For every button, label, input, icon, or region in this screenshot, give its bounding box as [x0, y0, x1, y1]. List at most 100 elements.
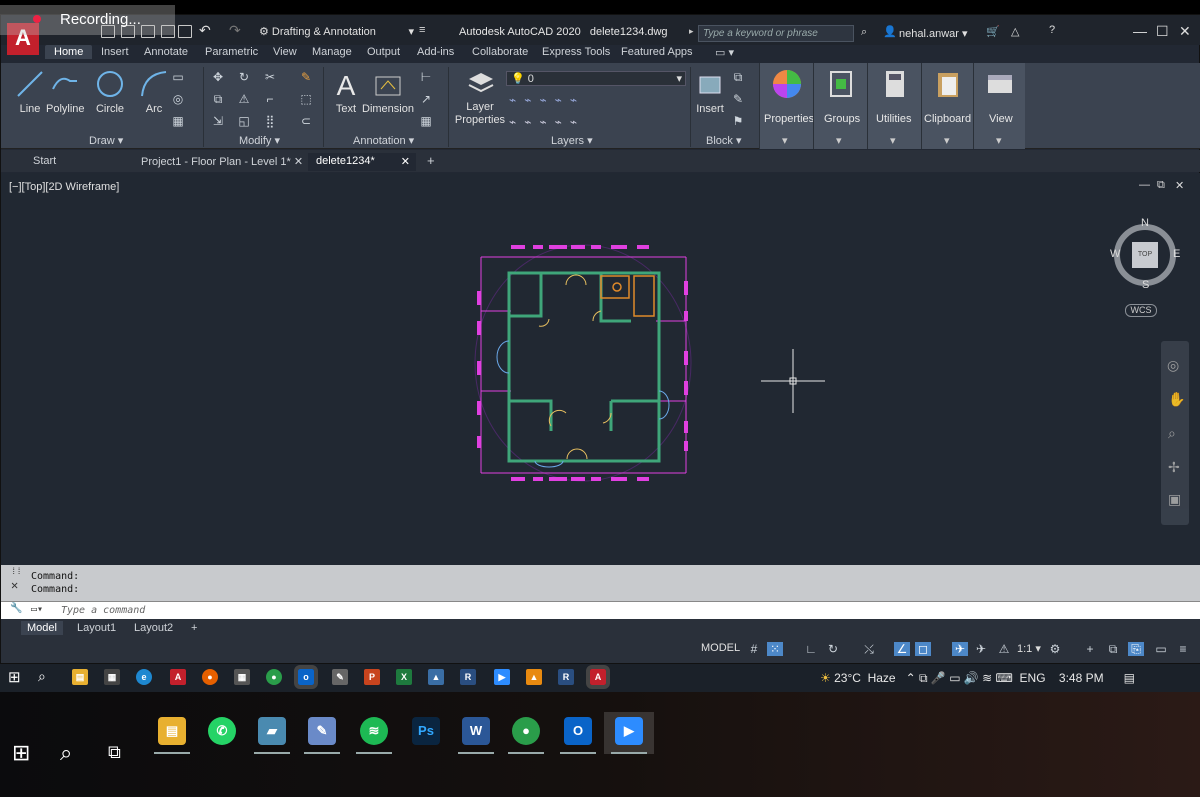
help-icon[interactable]: ?	[1049, 24, 1055, 36]
table-icon[interactable]: ▦	[419, 115, 433, 127]
layer-properties-tool[interactable]: Layer Properties	[454, 69, 506, 127]
undo-icon[interactable]: ↶	[199, 22, 211, 39]
zoom-app-icon[interactable]: ▶	[494, 669, 510, 685]
word-icon[interactable]: W	[462, 717, 490, 745]
scale-icon[interactable]: ◱	[237, 115, 251, 127]
zoom-app-icon[interactable]: ▶	[615, 717, 643, 745]
outlook-icon[interactable]: o	[294, 665, 318, 689]
quick-access-menu-icon[interactable]: ≡	[419, 24, 425, 36]
search-icon[interactable]: ⌕	[38, 668, 46, 685]
rectangle-icon[interactable]: ▭	[171, 71, 185, 83]
wrench-icon[interactable]: 🔧	[10, 603, 22, 614]
language-indicator[interactable]: ENG	[1020, 671, 1046, 685]
text-tool[interactable]: A Text	[331, 69, 361, 115]
outlook-icon[interactable]: O	[564, 717, 592, 745]
attribute-icon[interactable]: ⚑	[731, 115, 745, 127]
ortho-icon[interactable]: ∟	[803, 642, 819, 656]
wcs-menu[interactable]: WCS	[1125, 304, 1157, 317]
modify-panel-label[interactable]: Modify ▾	[239, 134, 280, 147]
ribbon-toggle-icon[interactable]: ▭ ▾	[715, 46, 734, 59]
model-space-button[interactable]: MODEL	[701, 642, 740, 654]
annotation-monitor-icon[interactable]: +	[1082, 642, 1098, 656]
viewcube-top-face[interactable]: TOP	[1132, 242, 1158, 268]
close-icon[interactable]: ✕	[1179, 23, 1191, 40]
properties-panel[interactable]: Properties ▾	[759, 63, 814, 149]
weather-condition[interactable]: Haze	[868, 671, 896, 685]
doc-tab-project1[interactable]: Project1 - Floor Plan - Level 1* ✕	[133, 153, 311, 171]
customization-icon[interactable]: ≡	[1175, 642, 1191, 656]
compass-south[interactable]: S	[1142, 279, 1149, 291]
layers-panel-label[interactable]: Layers ▾	[551, 134, 593, 147]
layer-tools-row-2[interactable]: ⌁⌁⌁⌁⌁	[509, 115, 585, 129]
cart-icon[interactable]: 🛒	[986, 25, 1000, 38]
gradient-icon[interactable]: ▦	[171, 115, 185, 127]
workspace-selector[interactable]: ⚙ Drafting & Annotation ▾	[259, 25, 414, 41]
offset-icon[interactable]: ⊂	[299, 115, 313, 127]
tab-layout2[interactable]: Layout2	[128, 621, 179, 635]
binoculars-icon[interactable]: ⌕	[861, 26, 867, 39]
redo-icon[interactable]: ↷	[229, 22, 241, 39]
annotation-scale-icon[interactable]: ⚠	[996, 642, 1012, 656]
acrobat-icon[interactable]: A	[170, 669, 186, 685]
print-icon[interactable]	[178, 25, 192, 38]
viewcube[interactable]: TOP N S E W	[1109, 217, 1181, 291]
store-icon[interactable]: ▦	[104, 669, 120, 685]
mirror-icon[interactable]: ⚠	[237, 93, 251, 105]
revit-icon[interactable]: R	[558, 669, 574, 685]
recording-indicator[interactable]: Recording...	[0, 5, 175, 35]
file-explorer-icon[interactable]: ▤	[72, 669, 88, 685]
firefox-icon[interactable]: ●	[202, 669, 218, 685]
layer-dropdown[interactable]: 💡 0 ▾	[506, 71, 686, 86]
compass-north[interactable]: N	[1141, 217, 1149, 229]
grid-icon[interactable]: #	[746, 642, 762, 656]
powerpoint-icon[interactable]: P	[364, 669, 380, 685]
array-icon[interactable]: ⣿	[263, 115, 277, 127]
user-name[interactable]: nehal.anwar ▾	[899, 27, 968, 40]
close-tab-icon[interactable]: ✕	[401, 155, 410, 168]
draw-panel-label[interactable]: Draw ▾	[89, 134, 123, 147]
pan-icon[interactable]: ✋	[1168, 391, 1185, 408]
compass-east[interactable]: E	[1173, 248, 1180, 260]
annotation-panel-label[interactable]: Annotation ▾	[353, 134, 414, 147]
linear-dim-icon[interactable]: ⊢	[419, 71, 433, 83]
command-prompt-icon[interactable]: ▭▾	[31, 604, 43, 615]
utilities-panel[interactable]: Utilities ▾	[867, 63, 921, 149]
quick-properties-icon[interactable]: ⎘	[1128, 642, 1144, 656]
tray-icons[interactable]: ⌃ ⧉ 🎤 ▭ 🔊 ≋ ⌨	[906, 671, 1013, 685]
explode-icon[interactable]: ⬚	[299, 93, 313, 105]
new-tab-icon[interactable]: +	[419, 153, 443, 171]
hatch-icon[interactable]: ◎	[171, 93, 185, 105]
insert-block-tool[interactable]: Insert	[695, 69, 725, 115]
tab-manage[interactable]: Manage	[312, 46, 352, 58]
layer-tools-row-1[interactable]: ⌁⌁⌁⌁⌁	[509, 93, 585, 107]
paint-app-icon[interactable]: ✎	[308, 717, 336, 745]
clock[interactable]: 3:48 PM	[1059, 671, 1104, 685]
autocad-taskbar-icon[interactable]: A	[586, 665, 610, 689]
tab-home[interactable]: Home	[45, 45, 93, 59]
paint-icon[interactable]: ✎	[332, 669, 348, 685]
vlc-icon[interactable]: ▲	[526, 669, 542, 685]
zoom-icon[interactable]: ⌕	[1168, 425, 1176, 442]
tab-express-tools[interactable]: Express Tools	[542, 46, 610, 58]
stretch-icon[interactable]: ⇲	[211, 115, 225, 127]
chrome-icon[interactable]: ●	[266, 669, 282, 685]
chrome-icon[interactable]: ●	[512, 717, 540, 745]
file-explorer-icon[interactable]: ▤	[158, 717, 186, 745]
copy-icon[interactable]: ⧉	[211, 93, 225, 105]
doc-tab-delete1234[interactable]: delete1234* ✕	[308, 153, 416, 171]
windows-start-icon[interactable]: ⊞	[12, 740, 30, 766]
temperature[interactable]: 23°C	[834, 671, 861, 685]
block-panel-label[interactable]: Block ▾	[706, 134, 741, 147]
command-line[interactable]: 🔧 ▭▾ Type a command	[1, 601, 1200, 619]
fillet-icon[interactable]: ⌐	[263, 93, 277, 105]
tab-collaborate[interactable]: Collaborate	[472, 46, 528, 58]
create-block-icon[interactable]: ⧉	[731, 71, 745, 83]
auto-scale-icon[interactable]: ✈	[973, 642, 989, 656]
tab-add-ins[interactable]: Add-ins	[417, 46, 454, 58]
clipboard-panel[interactable]: Clipboard ▾	[921, 63, 973, 149]
grip-icon[interactable]: ⁞⁞	[11, 567, 22, 577]
trim-icon[interactable]: ✂	[263, 71, 277, 83]
viewport-close-icon[interactable]: ✕	[1175, 179, 1184, 192]
orbit-icon[interactable]: ✢	[1168, 459, 1180, 476]
showmotion-icon[interactable]: ▣	[1168, 491, 1181, 508]
